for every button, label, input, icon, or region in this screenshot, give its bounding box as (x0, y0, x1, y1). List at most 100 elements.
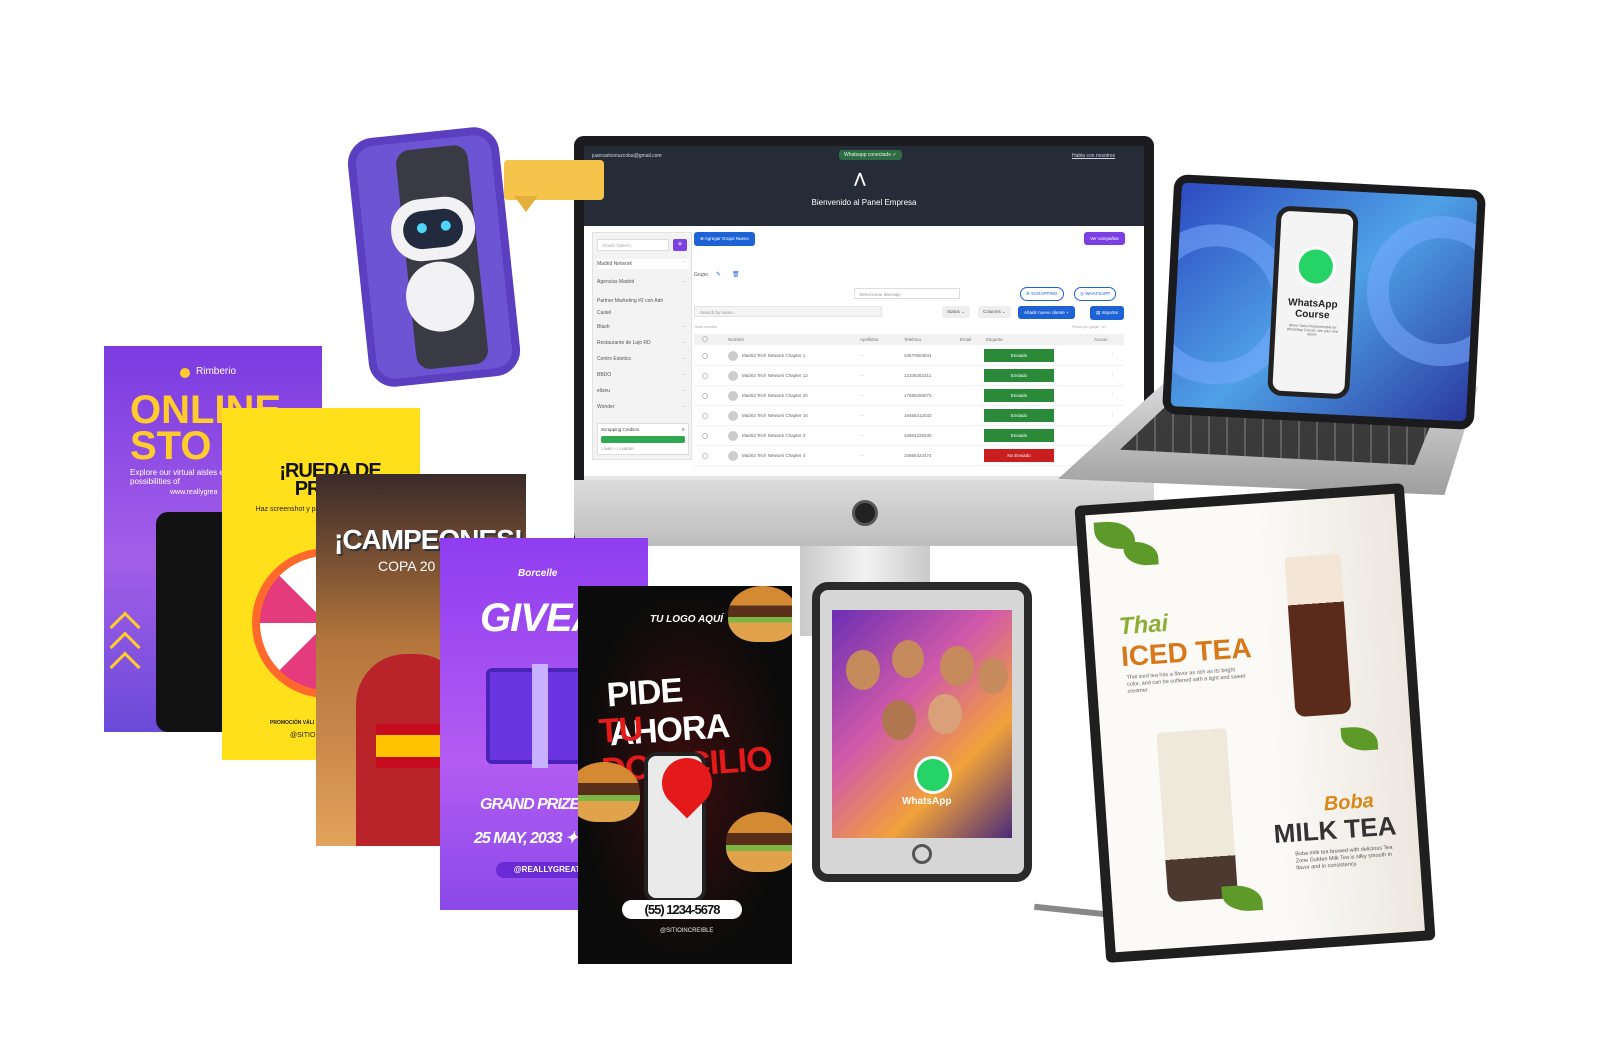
rimberio-logo-icon (180, 368, 190, 378)
more-icon[interactable]: ⋮ (1110, 412, 1115, 418)
status-label: Status (947, 309, 960, 314)
row-checkbox[interactable] (702, 373, 708, 379)
sidebar-item[interactable]: Blash ⋯ (597, 324, 689, 330)
sidebar-item[interactable]: Partner Marketing #2 con Adri Castel (597, 295, 677, 319)
client-lastname: — (860, 393, 865, 398)
add-client-button[interactable]: Añadir nuevo cliente + (1018, 306, 1075, 319)
sidebar-item[interactable]: BBDO ⋯ (597, 372, 689, 378)
client-name: Madrid Tech Network Chapter 4 (742, 453, 806, 458)
help-link[interactable]: Habla con nosotros (1072, 153, 1115, 159)
select-all-checkbox[interactable] (702, 336, 708, 342)
avatar (728, 371, 738, 381)
table-row[interactable]: Madrid Tech Network Chapter 16 — 1646541… (694, 406, 1124, 426)
client-name: Madrid Tech Network Chapter 3 (742, 433, 806, 438)
rows-per-page[interactable]: Rows per page: 10 (1072, 324, 1106, 329)
table-row[interactable]: Madrid Tech Network Chapter 4 — 34665423… (694, 446, 1124, 466)
row-checkbox[interactable] (702, 413, 708, 419)
more-icon[interactable]: ⋯ (682, 404, 687, 410)
sidebar-item[interactable]: Restaurante de Lujo RD ⋯ (597, 340, 689, 346)
row-checkbox[interactable] (702, 393, 708, 399)
column-header[interactable]: Etiqueta (986, 337, 1003, 342)
table-row[interactable]: Madrid Tech Network Chapter 1 — 34670504… (694, 346, 1124, 366)
client-lastname: — (860, 453, 865, 458)
column-header[interactable]: Telefono (904, 337, 921, 342)
client-lastname: — (860, 433, 865, 438)
client-lastname: — (860, 353, 865, 358)
tablet-device: WhatsApp (812, 582, 1032, 882)
more-icon[interactable]: ⋯ (682, 259, 687, 265)
more-icon[interactable]: ⋮ (1110, 372, 1115, 378)
flyer-title-line2: STO (130, 424, 212, 468)
leaf-icon (1221, 883, 1264, 913)
sidebar-item[interactable]: Agencias Madrid ⋯ (597, 279, 689, 285)
flyer-promo-note: PROMOCIÓN VÁLI (270, 720, 315, 726)
gift-ribbon (532, 664, 548, 768)
sidebar-item[interactable]: Madrid Network ⋯ (597, 259, 689, 269)
add-board-button[interactable]: + (673, 239, 687, 251)
more-icon[interactable]: ⋮ (1110, 352, 1115, 358)
table-row[interactable]: Madrid Tech Network Chapter 3 — 34664325… (694, 426, 1124, 446)
avatar (728, 411, 738, 421)
credits-value: 0 (682, 427, 685, 432)
whatsapp-button[interactable]: ◎ WHATSAPP (1074, 287, 1117, 301)
boba-description: Boba milk tea brewed with delicious Tea … (1295, 844, 1393, 872)
thai-heading: Thai (1118, 609, 1170, 641)
pide-ahora-flyer: TU LOGO AQUÍ PIDE AHORA TU DOMICILIO (55… (578, 586, 792, 964)
column-header[interactable]: Nombre (728, 337, 744, 342)
column-header[interactable]: Email (960, 337, 971, 342)
chevron-down-icon: ⌄ (1000, 309, 1006, 314)
client-name: Madrid Tech Network Chapter 20 (742, 393, 808, 398)
campaigns-button[interactable]: Ver campañas (1084, 232, 1125, 245)
more-icon[interactable]: ⋮ (1110, 392, 1115, 398)
table-row[interactable]: Madrid Tech Network Chapter 20 — 1768525… (694, 386, 1124, 406)
client-search-input[interactable]: Search by name... (694, 306, 882, 317)
client-phone: 17685259073 (904, 393, 932, 398)
whatsapp-course-phone: WhatsApp Course When Twilio Programmable … (1267, 205, 1359, 400)
sidebar-item-label: Restaurante de Lujo RD (597, 340, 651, 346)
column-header[interactable]: Accion (1094, 337, 1108, 342)
person-image (846, 650, 880, 690)
avatar (728, 391, 738, 401)
more-icon[interactable]: ⋯ (682, 388, 687, 394)
scrapping-button[interactable]: ⟰ SCRAPPING (1020, 287, 1064, 301)
import-button[interactable]: ▤ Importar (1090, 306, 1125, 320)
sidebar-item[interactable]: Centro Estetico ⋯ (597, 356, 689, 362)
trash-icon[interactable]: 🗑 (732, 271, 740, 278)
more-icon[interactable]: ⋯ (682, 372, 687, 378)
add-group-button[interactable]: ⊕ Agregar Grupo Nuevo (694, 232, 755, 246)
more-icon[interactable]: ⋯ (682, 356, 687, 362)
row-checkbox[interactable] (702, 453, 708, 459)
board-search-input[interactable]: Añadir Tablero (597, 239, 669, 251)
status-badge: Enviado (984, 369, 1054, 382)
columns-label: Columns (983, 309, 1001, 314)
columns-filter[interactable]: Columns ⌄ (978, 306, 1011, 318)
more-icon[interactable]: ⋯ (682, 324, 687, 330)
table-row[interactable]: Madrid Tech Network Chapter 12 — 1210625… (694, 366, 1124, 386)
sidebar-item[interactable]: elizeu ⋯ (597, 388, 689, 394)
row-checkbox[interactable] (702, 353, 708, 359)
credits-label: Scrapping Creditos (601, 427, 640, 432)
credits-progress-bar (601, 436, 685, 443)
tea-poster: Thai ICED TEA Thai iced tea has a flavor… (1085, 493, 1425, 953)
flyer-handle: @SITIOINCREIBLE (660, 928, 714, 934)
course-title: WhatsApp Course (1276, 297, 1349, 323)
edit-icon[interactable]: ✎ (716, 271, 721, 278)
avatar (728, 451, 738, 461)
more-icon[interactable]: ⋯ (682, 279, 687, 285)
whatsapp-label: WHATSAPP (1085, 291, 1111, 296)
column-header[interactable]: Apellidos (860, 337, 878, 342)
page-title: Bienvenido al Panel Empresa (811, 198, 917, 207)
message-select[interactable]: Seleccionar Mensaje (854, 288, 960, 299)
client-phone: 34664325530 (904, 433, 932, 438)
flyer-handle: @SITIO (290, 732, 316, 739)
more-icon[interactable]: ⋯ (682, 340, 687, 346)
clients-panel: ⊕ Agregar Grupo Nuevo Ver campañas Grupo… (694, 230, 1144, 476)
sidebar-item[interactable]: Wonder ⋯ (597, 404, 689, 410)
row-checkbox[interactable] (702, 433, 708, 439)
status-filter[interactable]: Status ⌄ (942, 306, 970, 318)
monitor-screen: juancarlosnuzcoba@gmail.com Whatsapp con… (584, 146, 1144, 476)
whatsapp-logo-icon (1294, 245, 1337, 288)
avatar (728, 351, 738, 361)
person-image (928, 694, 962, 734)
import-label: Importar (1101, 310, 1119, 315)
